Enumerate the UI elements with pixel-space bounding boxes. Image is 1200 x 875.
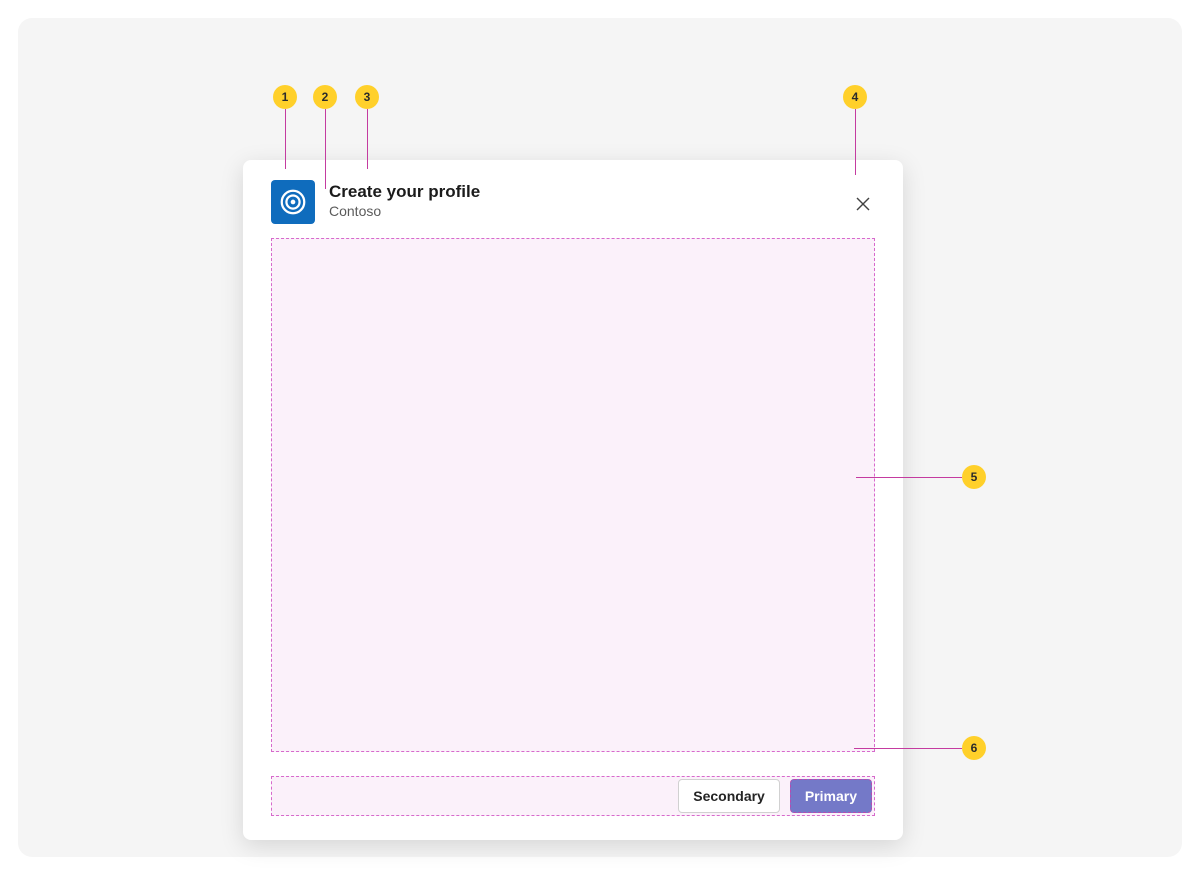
leader-line — [285, 109, 286, 169]
dialog-header: Create your profile Contoso — [271, 180, 875, 224]
leader-line — [325, 109, 326, 189]
callout-3: 3 — [355, 85, 379, 109]
secondary-button-label: Secondary — [693, 789, 765, 803]
leader-line — [367, 109, 368, 169]
dialog-subtitle: Contoso — [329, 202, 875, 220]
dialog-title: Create your profile — [329, 182, 875, 202]
primary-button-label: Primary — [805, 789, 857, 803]
dialog-title-block: Create your profile Contoso — [329, 180, 875, 221]
swirl-icon — [278, 187, 308, 217]
dialog-content-area — [271, 238, 875, 752]
close-button[interactable] — [849, 190, 877, 218]
callout-2: 2 — [313, 85, 337, 109]
primary-button[interactable]: Primary — [790, 779, 872, 813]
app-brand-icon — [271, 180, 315, 224]
callout-5: 5 — [962, 465, 986, 489]
leader-line — [855, 109, 856, 175]
callout-4: 4 — [843, 85, 867, 109]
leader-line — [856, 477, 962, 478]
callout-6: 6 — [962, 736, 986, 760]
secondary-button[interactable]: Secondary — [678, 779, 780, 813]
dialog-footer: Secondary Primary — [271, 776, 875, 816]
leader-line — [854, 748, 962, 749]
diagram-canvas: 1 2 3 4 5 6 Create your profile Contoso — [18, 18, 1182, 857]
callout-1: 1 — [273, 85, 297, 109]
close-icon — [855, 196, 871, 212]
dialog-surface: Create your profile Contoso Secondary Pr… — [243, 160, 903, 840]
